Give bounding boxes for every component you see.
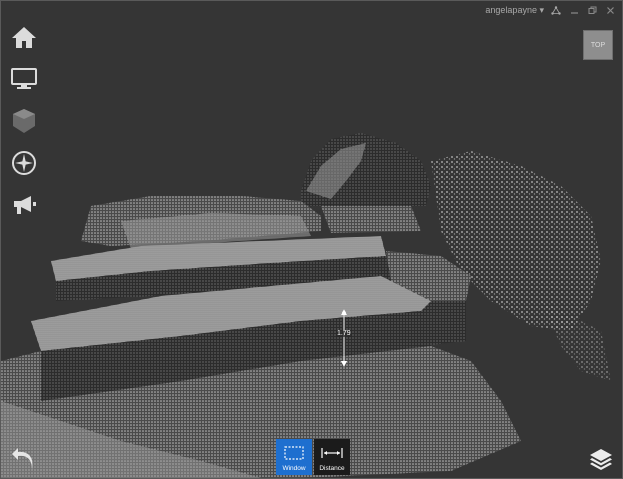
navigate-button[interactable] xyxy=(10,149,38,177)
close-icon[interactable] xyxy=(604,4,616,16)
point-cloud-viewport[interactable] xyxy=(1,1,622,478)
display-button[interactable] xyxy=(10,65,38,93)
object-button[interactable] xyxy=(10,107,38,135)
restore-icon[interactable] xyxy=(586,4,598,16)
measurement-toolbar: Window Distance xyxy=(276,439,350,475)
compass-icon xyxy=(12,151,36,175)
user-menu[interactable]: angelapayne ▾ xyxy=(485,5,544,16)
app-window: 1.79 angelapayne ▾ TOP Window Distance xyxy=(0,0,623,479)
shield-icon xyxy=(13,109,35,133)
monitor-icon xyxy=(11,68,37,89)
undo-icon xyxy=(12,448,33,470)
announce-button[interactable] xyxy=(10,191,38,219)
window-select-icon xyxy=(284,446,304,460)
layers-button[interactable] xyxy=(588,446,614,472)
home-icon xyxy=(12,27,36,48)
user-name: angelapayne xyxy=(485,4,537,15)
undo-button[interactable] xyxy=(9,443,39,473)
distance-tool-button[interactable]: Distance xyxy=(314,439,350,475)
window-tool-button[interactable]: Window xyxy=(276,439,312,475)
view-cube-label: TOP xyxy=(590,41,606,49)
title-bar: angelapayne ▾ xyxy=(485,1,622,19)
distance-icon xyxy=(321,448,343,458)
view-cube-top[interactable]: TOP xyxy=(583,30,613,60)
minimize-icon[interactable] xyxy=(568,4,580,16)
share-icon[interactable] xyxy=(550,4,562,16)
left-toolbar xyxy=(10,23,38,233)
distance-tool-label: Distance xyxy=(319,465,345,472)
megaphone-icon xyxy=(14,196,36,214)
window-tool-label: Window xyxy=(282,465,306,472)
layers-icon xyxy=(590,449,612,470)
measurement-label: 1.79 xyxy=(336,330,352,337)
home-button[interactable] xyxy=(10,23,38,51)
